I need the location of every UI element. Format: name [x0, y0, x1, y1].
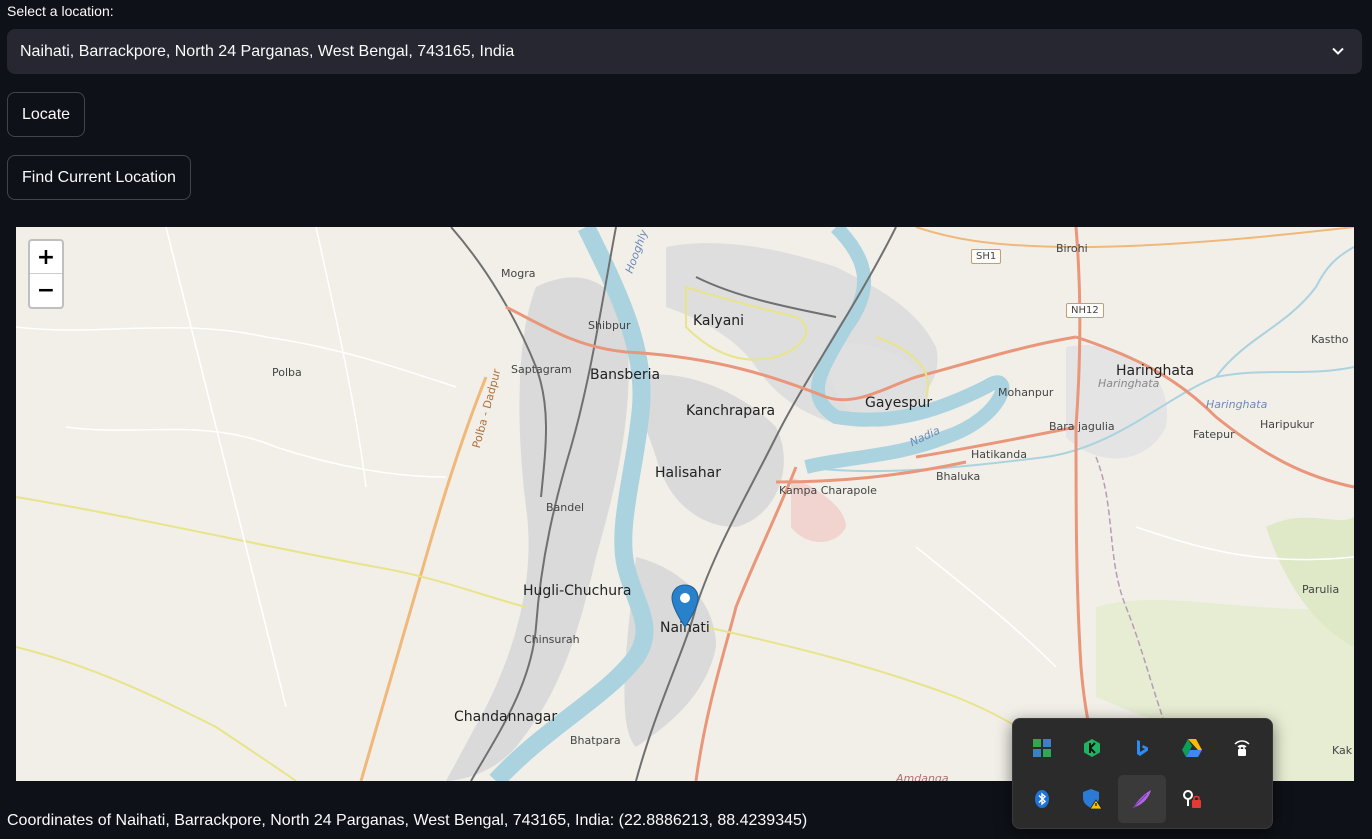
google-drive-icon[interactable]	[1168, 724, 1216, 772]
map-view[interactable]: + − Mogra Hooghly Kalyani Birohi SH1 NH1…	[16, 227, 1354, 781]
map-label-chandannagar: Chandannagar	[454, 709, 558, 725]
map-label-kastho: Kastho	[1311, 333, 1349, 346]
shield-nh12: NH12	[1066, 303, 1104, 318]
location-select[interactable]: Naihati, Barrackpore, North 24 Parganas,…	[7, 29, 1362, 74]
zoom-control: + −	[28, 239, 64, 309]
coordinates-text: Coordinates of Naihati, Barrackpore, Nor…	[7, 812, 808, 829]
map-label-haringhata-small: Haringhata	[1098, 377, 1160, 390]
map-label-mohanpur: Mohanpur	[998, 386, 1054, 399]
zoom-in-button[interactable]: +	[30, 241, 62, 274]
vpn-lock-icon[interactable]	[1218, 724, 1266, 772]
map-label-bhatpara: Bhatpara	[570, 734, 621, 747]
map-label-kanchrapara: Kanchrapara	[686, 403, 776, 419]
map-label-bhaluka: Bhaluka	[936, 470, 981, 483]
security-lock-icon[interactable]	[1168, 775, 1216, 823]
map-label-haringhata-water: Haringhata	[1206, 398, 1268, 411]
locate-button[interactable]: Locate	[7, 92, 86, 137]
shield-sh1: SH1	[971, 249, 1002, 264]
defender-warning-icon[interactable]	[1068, 775, 1116, 823]
kaspersky-icon[interactable]	[1068, 724, 1116, 772]
location-select-value: Naihati, Barrackpore, North 24 Parganas,…	[20, 42, 515, 60]
system-tray-overflow	[1012, 718, 1273, 829]
map-label-haripukur: Haripukur	[1260, 418, 1315, 431]
find-current-location-button[interactable]: Find Current Location	[7, 155, 191, 200]
widgets-icon[interactable]	[1018, 724, 1066, 772]
chevron-down-icon	[1332, 47, 1344, 55]
map-label-halisahar: Halisahar	[655, 465, 721, 481]
map-label-kampa-charapole: Kampa Charapole	[779, 484, 877, 497]
map-label-birohi: Birohi	[1056, 242, 1088, 255]
map-label-amdanga: Amdanga	[896, 772, 949, 781]
select-location-label: Select a location:	[7, 3, 114, 19]
map-label-fatepur: Fatepur	[1193, 428, 1235, 441]
map-label-bara-jagulia: Bara jagulia	[1049, 420, 1115, 433]
map-label-kak: Kak	[1332, 744, 1353, 757]
map-label-saptagram: Saptagram	[511, 363, 572, 376]
map-marker-icon[interactable]	[671, 584, 699, 628]
map-label-hugli-chuchura: Hugli-Chuchura	[523, 583, 632, 599]
map-label-chinsurah: Chinsurah	[524, 633, 580, 646]
map-tiles[interactable]	[16, 227, 1354, 781]
map-label-polba: Polba	[272, 366, 302, 379]
map-label-gayespur: Gayespur	[865, 395, 933, 411]
map-label-parulia: Parulia	[1302, 583, 1340, 596]
map-label-shibpur: Shibpur	[588, 319, 631, 332]
map-label-mogra: Mogra	[501, 267, 536, 280]
bluetooth-icon[interactable]	[1018, 775, 1066, 823]
map-label-kalyani: Kalyani	[693, 313, 745, 329]
map-label-hatikanda: Hatikanda	[971, 448, 1027, 461]
zoom-out-button[interactable]: −	[30, 274, 62, 307]
bing-icon[interactable]	[1118, 724, 1166, 772]
feather-icon[interactable]	[1118, 775, 1166, 823]
map-label-bandel: Bandel	[546, 501, 585, 514]
map-label-bansberia: Bansberia	[590, 367, 661, 383]
